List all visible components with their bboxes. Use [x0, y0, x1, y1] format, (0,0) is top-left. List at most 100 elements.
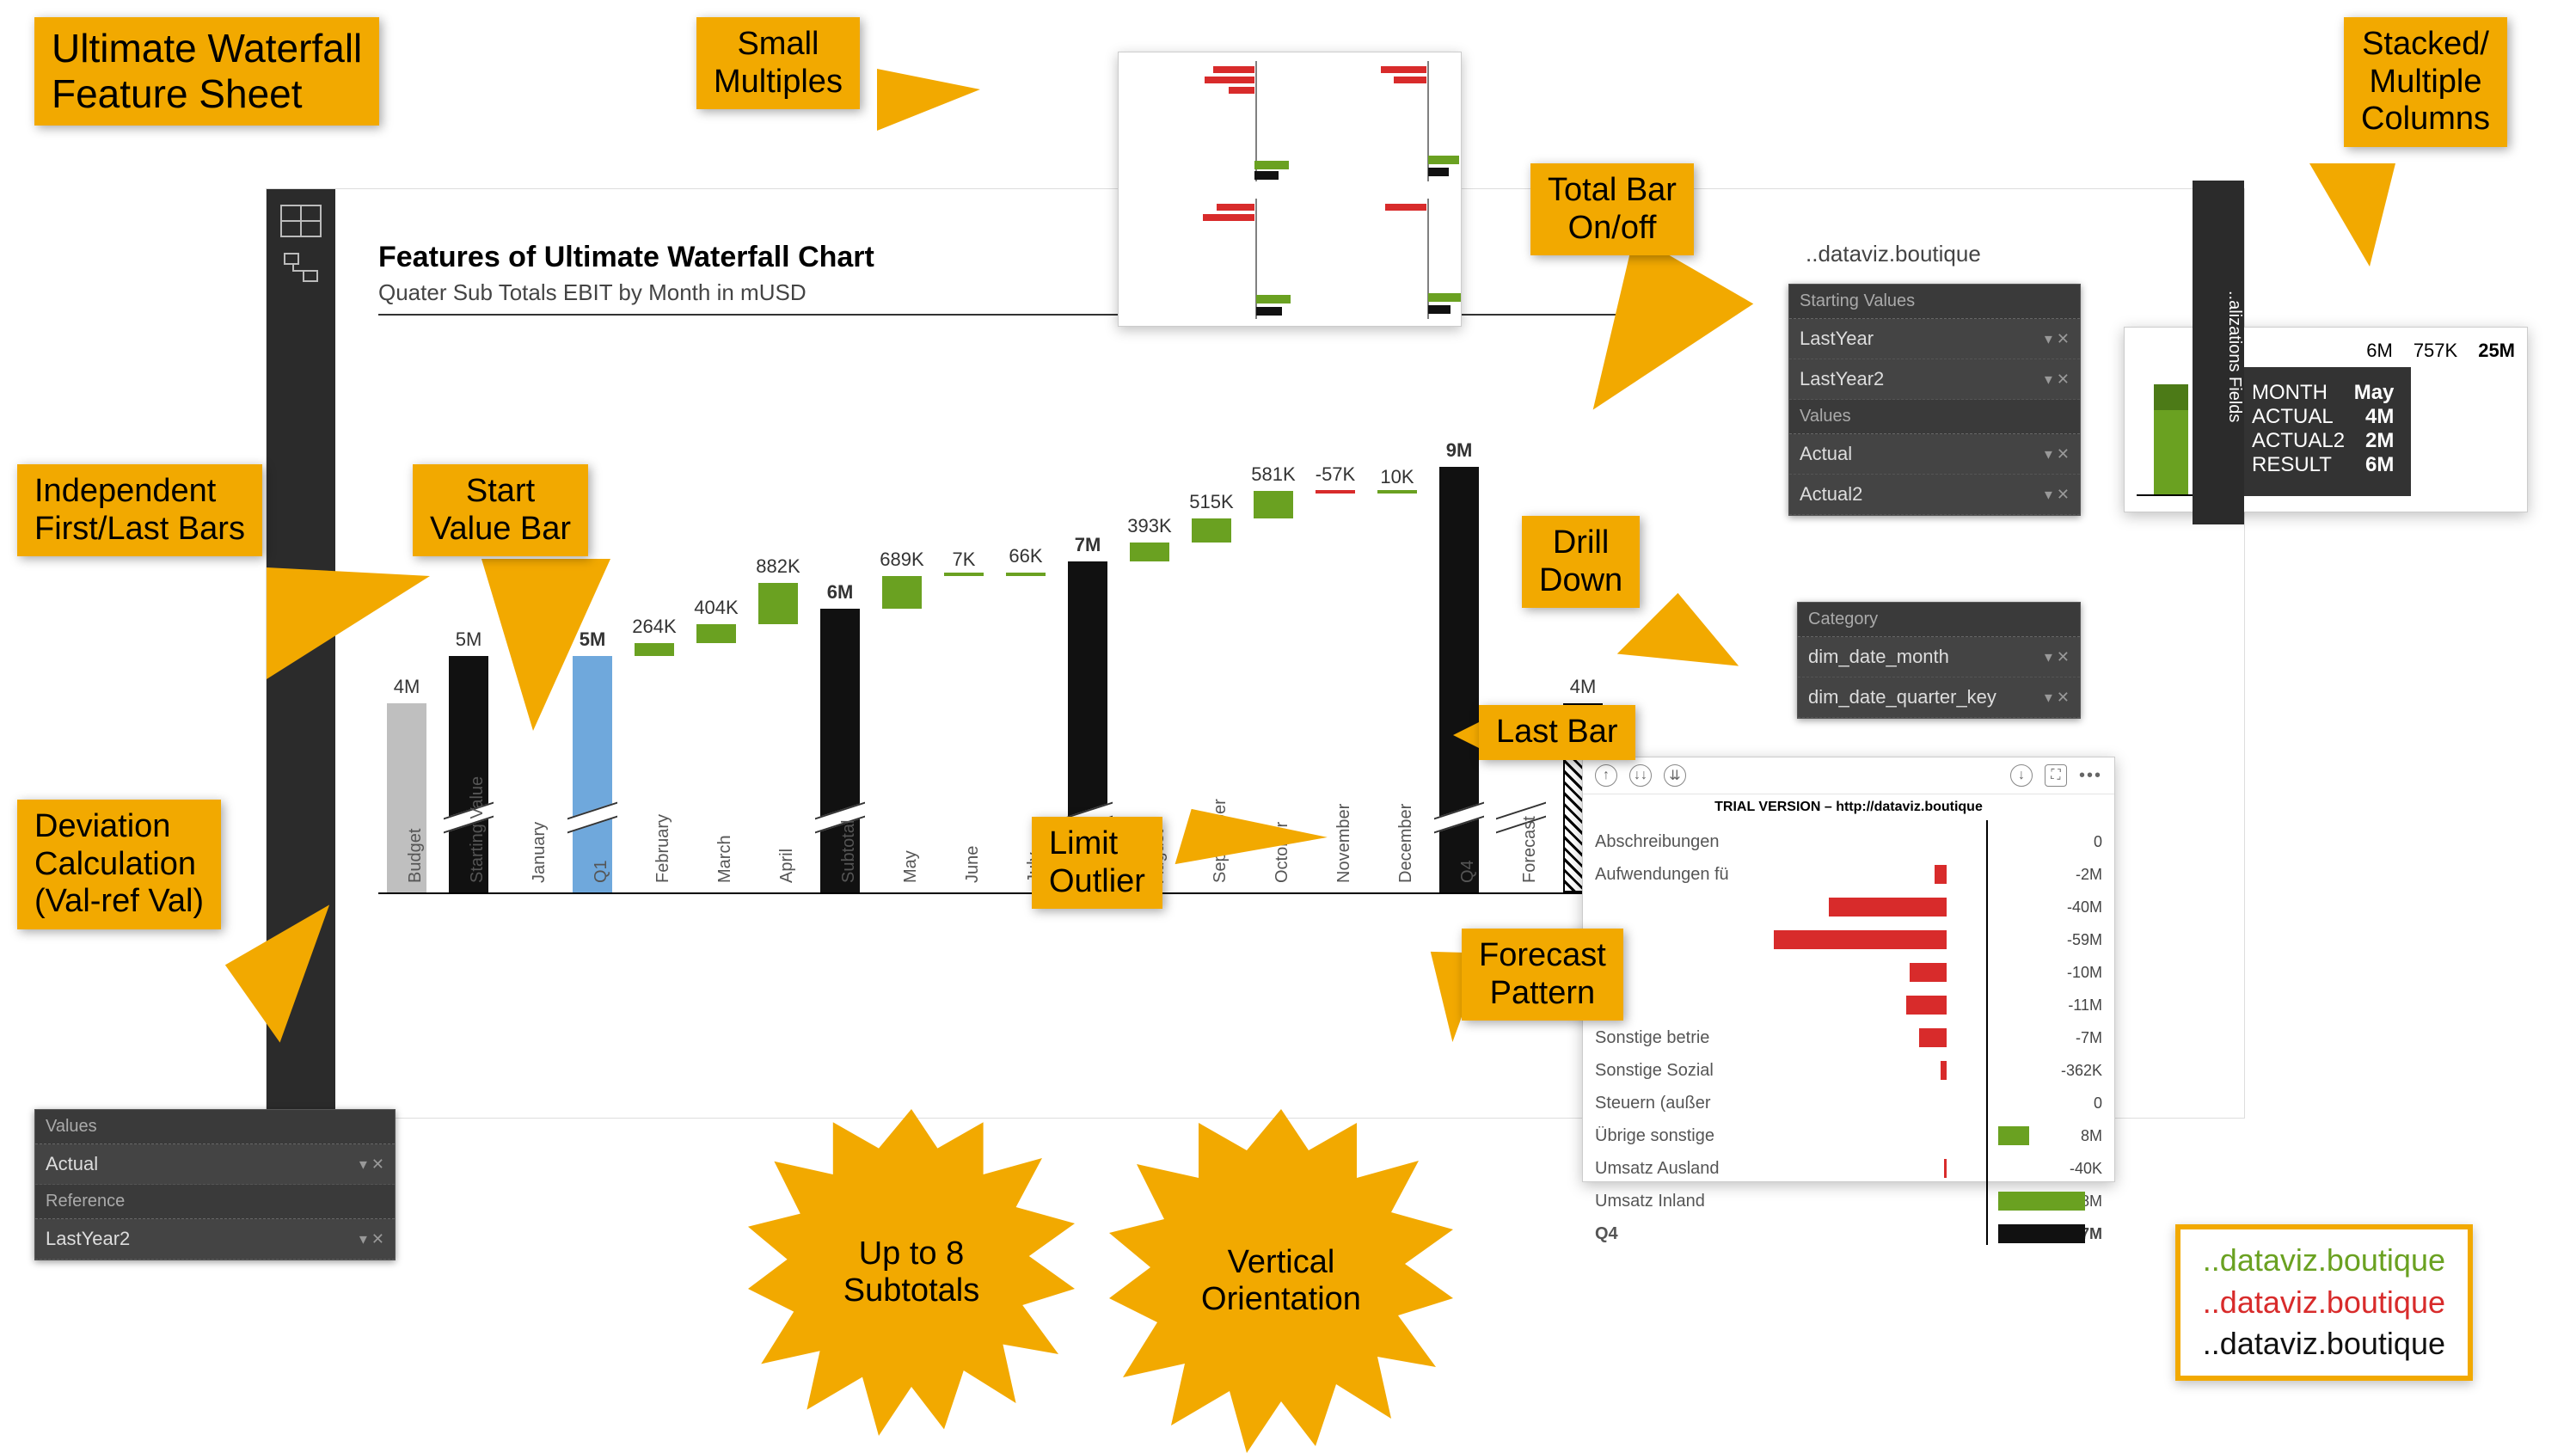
field-row-lastyear2[interactable]: LastYear2▾ ✕ — [1789, 359, 2080, 400]
callout-stacked: Stacked/ Multiple Columns — [2344, 17, 2507, 147]
drill-up-icon[interactable]: ↑ — [1595, 764, 1617, 787]
category-label: February — [653, 814, 673, 883]
drill-row[interactable]: Umsatz Inland158M — [1595, 1185, 2102, 1217]
drill-row[interactable]: -40M — [1595, 891, 2102, 923]
callout-deviation: Deviation Calculation (Val-ref Val) — [17, 800, 221, 929]
callout-last-bar: Last Bar — [1479, 705, 1635, 760]
pointer-start-value — [481, 559, 610, 731]
callout-total-bar: Total Bar On/off — [1530, 163, 1694, 255]
callout-total-bar-text: Total Bar On/off — [1548, 172, 1677, 246]
more-icon[interactable]: ••• — [2079, 766, 2102, 786]
callout-forecast: Forecast Pattern — [1462, 929, 1623, 1021]
drill-row[interactable]: -11M — [1595, 989, 2102, 1021]
callout-stacked-text: Stacked/ Multiple Columns — [2361, 26, 2490, 137]
chart-subtitle: Quater Sub Totals EBIT by Month in mUSD — [378, 279, 807, 306]
field-row-actual2[interactable]: Actual2▾ ✕ — [1789, 475, 2080, 515]
bl-values-title: Values — [35, 1110, 395, 1144]
model-view-icon[interactable] — [280, 253, 322, 289]
drill-all-icon[interactable]: ⇊ — [1664, 764, 1686, 787]
category-label: April — [777, 849, 797, 883]
callout-limit-outlier-text: Limit Outlier — [1049, 825, 1145, 899]
drill-row[interactable]: Abschreibungen0 — [1595, 825, 2102, 858]
callout-start-value-text: Start Value Bar — [430, 473, 571, 547]
drill-row[interactable]: Steuern (außer0 — [1595, 1087, 2102, 1119]
category-label: Q1 — [592, 860, 611, 883]
values-title: Values — [1789, 400, 2080, 434]
category-label: Forecast — [1520, 816, 1540, 883]
callout-title-text: Ultimate Waterfall Feature Sheet — [52, 26, 362, 116]
bar-value-label: 10K — [1346, 466, 1449, 488]
bar-value-label: 4M — [1531, 676, 1635, 698]
callout-independent: Independent First/Last Bars — [17, 464, 262, 556]
export-icon[interactable]: ↓ — [2010, 764, 2033, 787]
panel-category[interactable]: Category dim_date_month▾ ✕ dim_date_quar… — [1797, 602, 2081, 719]
drill-mode-icon[interactable]: ↓↓ — [1629, 764, 1652, 787]
drill-row[interactable]: n-10M — [1595, 956, 2102, 989]
category-label: March — [715, 835, 735, 883]
drill-row[interactable]: Umsatz Ausland-40K — [1595, 1152, 2102, 1185]
category-label: November — [1334, 804, 1354, 883]
bar-value-label: 882K — [727, 555, 830, 578]
callout-drill-down: Drill Down — [1522, 516, 1640, 608]
callout-start-value: Start Value Bar — [413, 464, 588, 556]
category-label: Starting Value — [468, 776, 488, 883]
callout-drill-down-text: Drill Down — [1539, 524, 1622, 598]
chevron-down-icon: ▾ ✕ — [2045, 689, 2070, 707]
chart-title: Features of Ultimate Waterfall Chart — [378, 241, 874, 274]
brand-line-1: ..dataviz.boutique — [2203, 1240, 2445, 1282]
drill-row[interactable]: Sonstige betrie-7M — [1595, 1021, 2102, 1054]
bar-value-label: 264K — [603, 616, 706, 638]
stacked-tooltip: MONTHMay ACTUAL4M ACTUAL22M RESULT6M — [2235, 367, 2411, 496]
callout-forecast-text: Forecast Pattern — [1479, 937, 1606, 1011]
chevron-down-icon: ▾ ✕ — [2045, 330, 2070, 348]
trial-banner: TRIAL VERSION – http://dataviz.boutique — [1583, 794, 2114, 820]
table-view-icon[interactable] — [280, 205, 322, 237]
stacked-tooltip-card: 6M 757K 25M MONTHMay ACTUAL4M ACTUAL22M … — [2124, 327, 2528, 512]
right-rail-text: ..alizations Fields — [2225, 291, 2244, 422]
category-label: June — [963, 846, 983, 883]
focus-icon[interactable]: ⛶ — [2045, 764, 2067, 787]
chevron-down-icon: ▾ ✕ — [2045, 371, 2070, 389]
callout-independent-text: Independent First/Last Bars — [34, 473, 245, 547]
chevron-down-icon: ▾ ✕ — [359, 1230, 384, 1248]
title-divider — [378, 314, 1668, 316]
bl-row-lastyear2[interactable]: LastYear2▾ ✕ — [35, 1219, 395, 1260]
drilldown-body: Abschreibungen0Aufwendungen fü-2M-40M-59… — [1583, 820, 2114, 1181]
right-collapsed-panes[interactable]: ..alizations Fields — [2193, 181, 2244, 524]
callout-lastbar-text: Last Bar — [1496, 714, 1618, 750]
attribution-text: ..dataviz.boutique — [1806, 241, 1981, 267]
chart-baseline — [378, 892, 1668, 894]
panel-values-reference[interactable]: Values Actual▾ ✕ Reference LastYear2▾ ✕ — [34, 1109, 396, 1260]
bar-value-label: 393K — [1098, 515, 1201, 537]
small-multiples-thumbnail — [1118, 52, 1462, 327]
drilldown-card[interactable]: ↑ ↓↓ ⇊ ↓ ⛶ ••• TRIAL VERSION – http://da… — [1582, 757, 2115, 1182]
field-row-actual[interactable]: Actual▾ ✕ — [1789, 434, 2080, 475]
field-row-dim-month[interactable]: dim_date_month▾ ✕ — [1798, 637, 2080, 677]
pointer-stacked — [2309, 163, 2395, 267]
category-label: Subtotal — [839, 820, 859, 883]
drill-row[interactable]: -59M — [1595, 923, 2102, 956]
callout-deviation-text: Deviation Calculation (Val-ref Val) — [34, 808, 204, 919]
category-label: December — [1396, 804, 1416, 883]
callout-small-multiples-text: Small Multiples — [714, 26, 843, 100]
brand-line-3: ..dataviz.boutique — [2203, 1323, 2445, 1365]
drill-row[interactable]: Aufwendungen fü-2M — [1595, 858, 2102, 891]
drill-row[interactable]: Sonstige Sozial-362K — [1595, 1054, 2102, 1087]
category-label: January — [530, 822, 549, 883]
bl-row-actual[interactable]: Actual▾ ✕ — [35, 1144, 395, 1185]
bar-value-label: 404K — [665, 597, 768, 619]
drill-row[interactable]: Q437M — [1595, 1217, 2102, 1250]
brand-line-2: ..dataviz.boutique — [2203, 1282, 2445, 1324]
drill-row[interactable]: Übrige sonstige8M — [1595, 1119, 2102, 1152]
bar-value-label: 515K — [1160, 491, 1263, 513]
field-row-dim-quarter[interactable]: dim_date_quarter_key▾ ✕ — [1798, 677, 2080, 718]
category-label: Budget — [406, 829, 426, 883]
starburst-subtotals: Up to 8 Subtotals — [748, 1109, 1075, 1436]
chevron-down-icon: ▾ ✕ — [2045, 648, 2070, 666]
field-row-lastyear[interactable]: LastYear▾ ✕ — [1789, 319, 2080, 359]
panel-starting-values[interactable]: Starting Values LastYear▾ ✕ LastYear2▾ ✕… — [1788, 284, 2081, 516]
category-label: Q4 — [1458, 860, 1478, 883]
starting-values-title: Starting Values — [1789, 285, 2080, 319]
small-multiples-svg — [1119, 52, 1463, 328]
callout-small-multiples: Small Multiples — [696, 17, 860, 109]
